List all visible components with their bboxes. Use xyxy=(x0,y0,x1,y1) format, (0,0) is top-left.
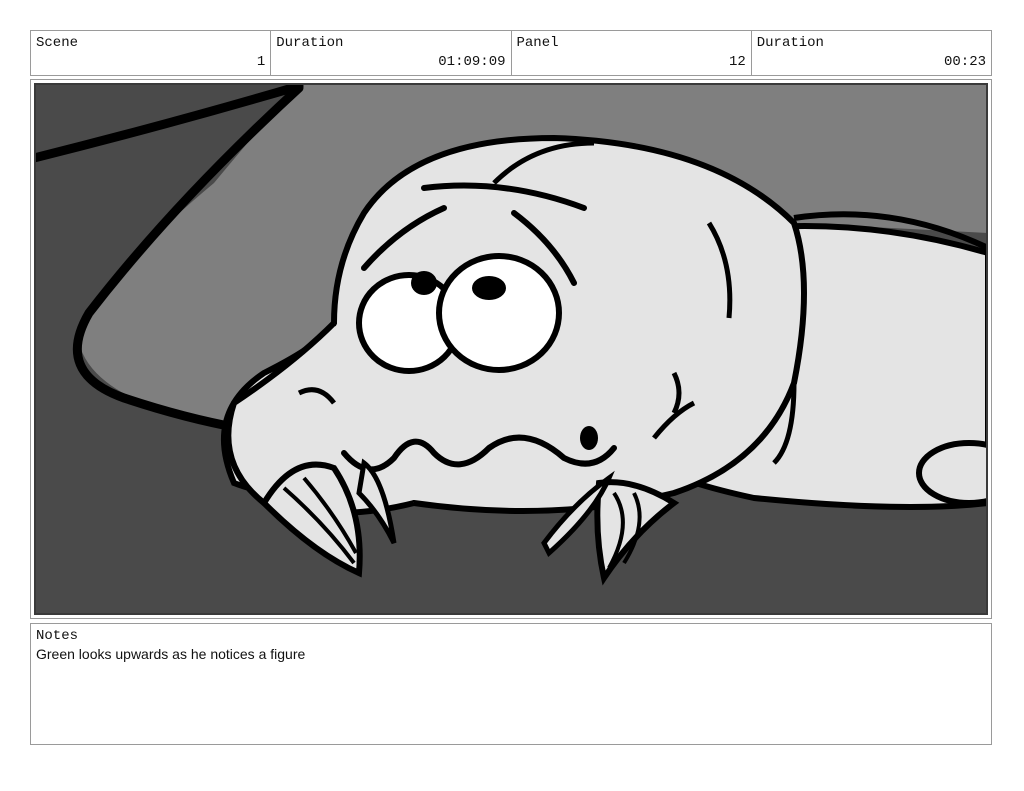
panel-cell: Panel 12 xyxy=(512,31,752,75)
right-pupil xyxy=(472,276,506,300)
storyboard-frame xyxy=(30,79,992,619)
nostril xyxy=(580,426,598,450)
scene-duration-label: Duration xyxy=(276,35,344,51)
storyboard-header: Scene 1 Duration 01:09:09 Panel 12 Durat… xyxy=(30,30,992,76)
left-pupil xyxy=(411,271,437,295)
scene-cell: Scene 1 xyxy=(31,31,272,75)
scene-duration-cell: Duration 01:09:09 xyxy=(271,31,512,75)
panel-illustration xyxy=(34,83,988,615)
panel-label: Panel xyxy=(516,35,559,51)
notes-text: Green looks upwards as he notices a figu… xyxy=(36,646,306,662)
panel-value: 12 xyxy=(728,54,746,70)
scene-value: 1 xyxy=(256,54,266,70)
scene-label: Scene xyxy=(36,35,79,51)
scene-duration-value: 01:09:09 xyxy=(438,54,506,70)
notes-label: Notes xyxy=(36,628,79,644)
right-eye xyxy=(436,253,562,373)
panel-duration-value: 00:23 xyxy=(943,54,986,70)
notes-section: Notes Green looks upwards as he notices … xyxy=(30,623,992,745)
creature-foot xyxy=(916,440,988,506)
panel-duration-label: Duration xyxy=(756,35,824,51)
panel-duration-cell: Duration 00:23 xyxy=(752,31,991,75)
